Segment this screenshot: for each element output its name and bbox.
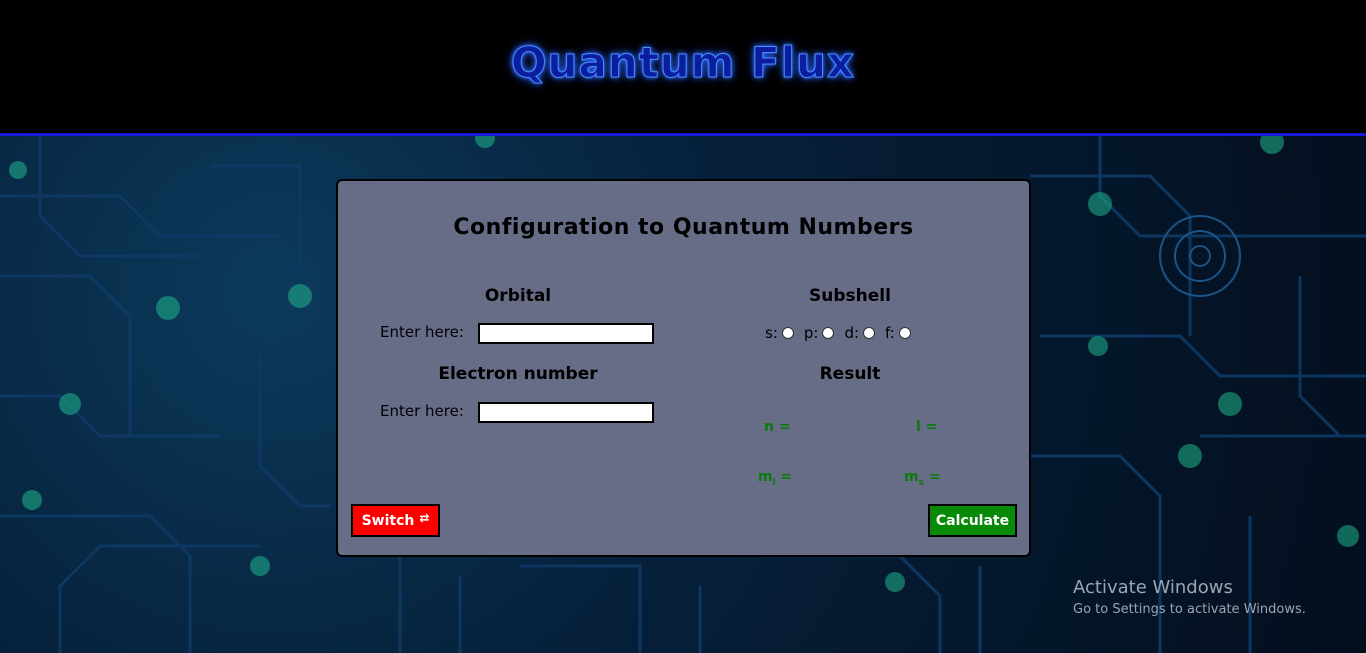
orbital-input[interactable] [478,323,654,344]
electron-number-input[interactable] [478,402,654,423]
subshell-radio-group: s: p: d: f: [765,324,921,342]
subshell-d-label: d: [844,324,860,342]
orbital-heading: Orbital [484,286,552,306]
header: Quantum Flux [0,0,1366,136]
swap-arrows-icon: ⇄ [419,510,430,525]
switch-button-label: Switch [361,512,415,529]
subshell-f-label: f: [885,324,895,342]
result-heading: Result [819,364,881,384]
result-ml-symbol: m [758,469,773,485]
result-ms: ms = [904,469,941,488]
result-ml: ml = [758,469,792,488]
brand-title: Quantum Flux [510,38,856,88]
result-ms-equals: = [923,469,941,485]
switch-button[interactable]: Switch ⇄ [351,504,440,537]
card-title: Configuration to Quantum Numbers [453,215,914,240]
subshell-f-radio[interactable] [898,327,911,339]
result-l: l = [916,419,938,435]
electron-number-heading: Electron number [438,364,598,384]
result-n: n = [764,419,791,435]
subshell-heading: Subshell [809,286,891,306]
subshell-d-radio[interactable] [863,327,876,339]
activate-windows-watermark: Activate Windows Go to Settings to activ… [1073,577,1306,617]
watermark-title: Activate Windows [1073,577,1233,598]
watermark-subtitle: Go to Settings to activate Windows. [1073,602,1306,617]
calculate-button[interactable]: Calculate [928,504,1017,537]
subshell-s-label: s: [765,324,778,342]
orbital-label: Enter here: [380,323,464,341]
subshell-p-radio[interactable] [822,327,835,339]
subshell-p-label: p: [803,324,819,342]
quantum-calculator-card: Configuration to Quantum Numbers Orbital… [336,179,1031,557]
result-ml-equals: = [775,469,793,485]
subshell-s-radio[interactable] [781,327,794,339]
electron-number-label: Enter here: [380,402,464,420]
result-ms-symbol: m [904,469,919,485]
